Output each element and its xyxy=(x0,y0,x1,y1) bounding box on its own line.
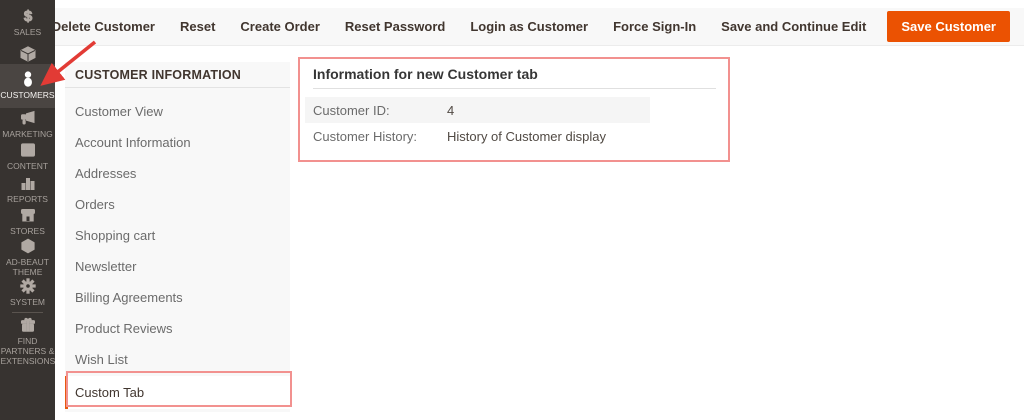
tab-customer-view[interactable]: Customer View xyxy=(65,96,290,127)
row-value: History of Customer display xyxy=(447,128,606,144)
storefront-icon xyxy=(20,207,36,223)
reset-password-button[interactable]: Reset Password xyxy=(345,19,445,34)
cube-icon xyxy=(20,46,36,62)
row-label: Customer History: xyxy=(313,128,418,144)
tab-product-reviews[interactable]: Product Reviews xyxy=(65,313,290,344)
row-label: Customer ID: xyxy=(313,102,390,118)
sidebar-item-sales[interactable]: $ SALES xyxy=(0,8,55,37)
customer-tab-list: Customer View Account Information Addres… xyxy=(65,88,290,409)
page-actions-toolbar: ← Back Delete Customer Reset Create Orde… xyxy=(0,8,1024,46)
save-customer-button[interactable]: Save Customer xyxy=(887,11,1010,42)
sidebar-item-system[interactable]: SYSTEM xyxy=(0,278,55,307)
save-and-continue-button[interactable]: Save and Continue Edit xyxy=(721,19,866,34)
sidebar-item-label: REPORTS xyxy=(7,194,48,204)
tab-account-information[interactable]: Account Information xyxy=(65,127,290,158)
customer-info-table: Customer ID: 4 Customer History: History… xyxy=(305,97,650,149)
sidebar-item-find-partners[interactable]: FIND PARTNERS & EXTENSIONS xyxy=(0,317,55,367)
gift-icon xyxy=(20,317,36,333)
tab-wish-list[interactable]: Wish List xyxy=(65,344,290,375)
login-as-customer-button[interactable]: Login as Customer xyxy=(470,19,588,34)
sidebar-item-stores[interactable]: STORES xyxy=(0,207,55,236)
tab-billing-agreements[interactable]: Billing Agreements xyxy=(65,282,290,313)
sidebar-item-label: AD-BEAUT THEME xyxy=(6,257,49,278)
customer-information-panel: CUSTOMER INFORMATION Customer View Accou… xyxy=(65,62,290,412)
tab-orders[interactable]: Orders xyxy=(65,189,290,220)
sidebar-item-label: MARKETING xyxy=(2,129,53,139)
content-heading: Information for new Customer tab xyxy=(313,66,538,82)
sidebar-item-marketing[interactable]: MARKETING xyxy=(0,110,55,139)
tab-addresses[interactable]: Addresses xyxy=(65,158,290,189)
hexagon-icon xyxy=(20,238,36,254)
tab-shopping-cart[interactable]: Shopping cart xyxy=(65,220,290,251)
layout-icon xyxy=(20,142,36,158)
bar-chart-icon xyxy=(20,175,36,191)
dollar-icon: $ xyxy=(20,8,36,24)
heading-divider xyxy=(313,88,716,89)
panel-title: CUSTOMER INFORMATION xyxy=(65,62,290,88)
sidebar-item-reports[interactable]: REPORTS xyxy=(0,175,55,204)
table-row: Customer ID: 4 xyxy=(305,97,650,123)
delete-customer-button[interactable]: Delete Customer xyxy=(52,19,155,34)
sidebar-item-label: SALES xyxy=(13,27,42,37)
create-order-button[interactable]: Create Order xyxy=(240,19,319,34)
sidebar-item-customers[interactable]: CUSTOMERS xyxy=(0,64,55,109)
reset-button[interactable]: Reset xyxy=(180,19,215,34)
sidebar-item-label: FIND PARTNERS & EXTENSIONS xyxy=(0,336,56,367)
sidebar-item-label: SYSTEM xyxy=(10,297,45,307)
megaphone-icon xyxy=(20,110,36,126)
gear-icon xyxy=(19,278,36,294)
sidebar-item-content[interactable]: CONTENT xyxy=(0,142,55,171)
force-sign-in-button[interactable]: Force Sign-In xyxy=(613,19,696,34)
tab-custom-tab[interactable]: Custom Tab xyxy=(65,376,290,409)
sidebar-item-label: STORES xyxy=(10,226,45,236)
sidebar-item-ad-beaut-theme[interactable]: AD-BEAUT THEME xyxy=(0,238,55,277)
tab-newsletter[interactable]: Newsletter xyxy=(65,251,290,282)
admin-sidebar: $ SALES CATALOG CUSTOMERS MARKETING CONT… xyxy=(0,0,55,420)
sidebar-item-label: CONTENT xyxy=(6,161,49,171)
person-icon xyxy=(20,71,36,87)
table-row: Customer History: History of Customer di… xyxy=(305,123,650,149)
sidebar-item-label: CUSTOMERS xyxy=(0,90,55,100)
row-value: 4 xyxy=(447,102,455,118)
svg-text:$: $ xyxy=(23,8,32,24)
sidebar-divider xyxy=(12,312,43,313)
